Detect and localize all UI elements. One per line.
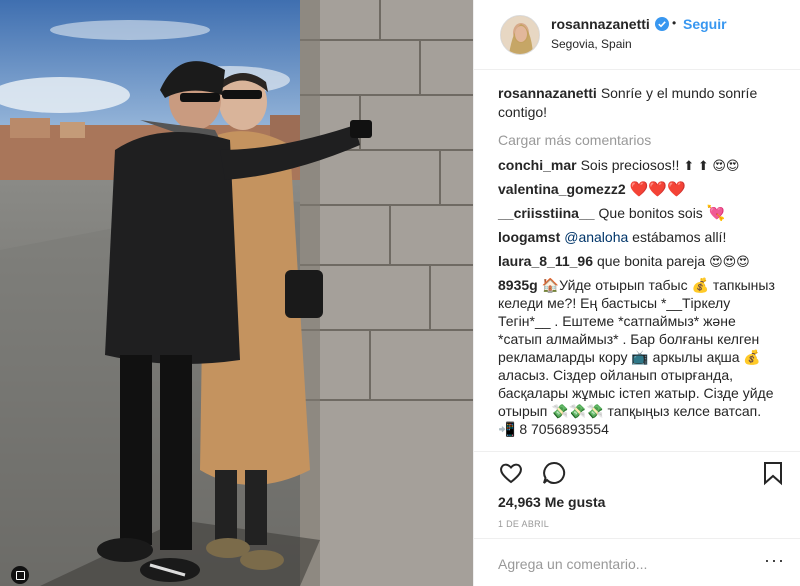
comment-username[interactable]: 8935g <box>498 277 538 293</box>
comment-item: laura_8_11_96 que bonita pareja 😍😍😍 <box>498 252 777 270</box>
like-count[interactable]: 24,963 Me gusta <box>498 494 605 510</box>
comment-text: que bonita pareja <box>596 253 706 269</box>
comment-item: 8935g 🏠Уйде отырып табыс 💰 тапкыныз келед… <box>498 276 777 438</box>
comment-text: Que bonitos sois <box>598 205 703 221</box>
post-side-panel: rosannazanetti • Seguir Segovia, Spain r… <box>473 0 800 586</box>
post-date: 1 DE ABRIL <box>498 519 550 529</box>
post-header: rosannazanetti • Seguir Segovia, Spain <box>474 0 800 70</box>
separator-dot: • <box>672 16 677 30</box>
comment-item: __criisstiina__ Que bonitos sois 💘 <box>498 204 777 222</box>
comment-username[interactable]: valentina_gomezz2 <box>498 181 626 197</box>
caption-username[interactable]: rosannazanetti <box>498 85 597 101</box>
heart-icon[interactable] <box>498 460 524 486</box>
comment-item: valentina_gomezz2 ❤️❤️❤️ <box>498 180 777 198</box>
comment-text: Sois preciosos!! <box>580 157 680 173</box>
verified-badge-icon <box>655 17 669 31</box>
comment-username[interactable]: laura_8_11_96 <box>498 253 593 269</box>
add-comment-bar: ··· <box>474 538 800 586</box>
comment-emoji: 😍😍😍 <box>709 254 750 269</box>
post-photo[interactable] <box>0 0 473 586</box>
avatar[interactable] <box>500 15 540 55</box>
comments-list[interactable]: rosannazanetti Sonríe y el mundo sonríe c… <box>474 70 800 451</box>
photo-image <box>0 0 473 586</box>
comment-input[interactable] <box>498 553 768 575</box>
comment-username[interactable]: __criisstiina__ <box>498 205 595 221</box>
comment-emoji: ⬆ ⬆ 😍😍 <box>683 158 740 173</box>
post-caption: rosannazanetti Sonríe y el mundo sonríe c… <box>498 84 777 122</box>
bookmark-icon[interactable] <box>760 460 786 486</box>
comment-username[interactable]: loogamst <box>498 229 560 245</box>
comment-item: loogamst @analoha estábamos allí! <box>498 228 777 246</box>
comment-emoji: ❤️❤️❤️ <box>629 181 686 198</box>
comment-text: 🏠Уйде отырып табыс 💰 тапкыныз келеди ме?… <box>498 277 775 437</box>
multi-photo-icon <box>11 566 29 584</box>
comment-item: conchi_mar Sois preciosos!! ⬆ ⬆ 😍😍 <box>498 156 777 174</box>
more-options-icon[interactable]: ··· <box>764 551 785 569</box>
header-username[interactable]: rosannazanetti <box>551 16 650 32</box>
comment-emoji: 💘 <box>706 205 726 222</box>
comment-icon[interactable] <box>541 460 567 486</box>
load-more-comments-button[interactable]: Cargar más comentarios <box>498 132 777 148</box>
post-actions-bar <box>474 451 800 491</box>
comment-username[interactable]: conchi_mar <box>498 157 577 173</box>
comment-mention[interactable]: @analoha <box>564 229 628 245</box>
comment-text: estábamos allí! <box>632 229 727 245</box>
location-link[interactable]: Segovia, Spain <box>551 37 632 51</box>
follow-button[interactable]: Seguir <box>683 16 727 32</box>
